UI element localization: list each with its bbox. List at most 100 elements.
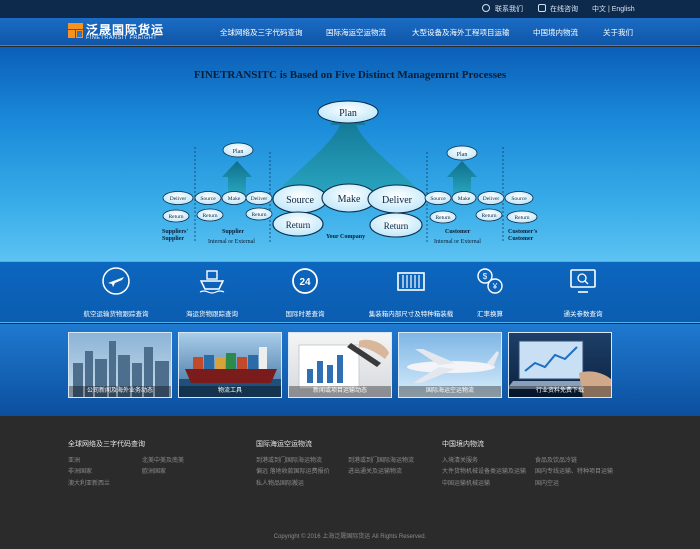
customer-return-label-1: Return	[436, 215, 451, 221]
photo-caption: 国际海运空运物流	[399, 386, 501, 397]
return-label-right: Return	[384, 221, 409, 231]
supplier-make-label: Make	[228, 196, 241, 202]
customer-return-label-2: Return	[482, 213, 497, 219]
photo-laptop-chart[interactable]: 行业资料免费下载	[508, 332, 612, 398]
photo-caption: 新闻或项目运输动态	[289, 386, 391, 397]
service-label: 汇率换算	[477, 311, 503, 318]
nav-item-china-logistics[interactable]: 中国境内物流	[533, 27, 578, 38]
service-label: 航空运输货物跟踪查询	[83, 311, 149, 318]
supply-chain-diagram: Plan Plan Plan Source Make Deliver Retur…	[162, 100, 538, 245]
photo-caption: 行业资料免费下载	[509, 386, 611, 397]
suppliers-supplier-label-2: Supplier	[162, 236, 184, 242]
plan-small-left-label: Plan	[233, 149, 244, 155]
monitor-search-icon	[570, 269, 596, 293]
footer: 全球网络及三字代码查询 亚洲 北美中美及南美 非洲国家 欧洲国家 澳大利亚新西兰…	[0, 416, 700, 549]
suppliers-supplier-label-1: Suppliers'	[162, 229, 188, 235]
supplier-deliver-label: Deliver	[251, 196, 268, 202]
make-label: Make	[338, 194, 361, 205]
clock-24-icon: 24	[292, 268, 318, 294]
footer-link[interactable]: 亚洲	[68, 455, 80, 464]
footer-col2-title[interactable]: 国际海运空运物流	[256, 439, 312, 449]
photo-container-ship[interactable]: 物流工具	[178, 332, 282, 398]
footer-link[interactable]: 到港或到门国际海运物流	[256, 455, 322, 464]
footer-link[interactable]: 大件货物机械设备类运输及运输	[442, 466, 526, 475]
service-label: 海运货物跟踪查询	[186, 311, 238, 318]
logo-english-name: FINETRANSIT FREIGHT	[86, 35, 158, 41]
service-time-zone[interactable]: 24 国际时差查询	[257, 266, 353, 322]
footer-link[interactable]: 食品及饮品冷链	[535, 455, 577, 464]
svg-text:24: 24	[299, 277, 311, 288]
currency-exchange-icon: $ ¥	[477, 268, 503, 294]
footer-link[interactable]: 中国运输机械运输	[442, 478, 490, 487]
customer-deliver-label: Deliver	[483, 196, 500, 202]
footer-col3-title[interactable]: 中国境内物流	[442, 439, 484, 449]
customer-make-label: Make	[458, 196, 471, 202]
main-nav: 泛晟国际货运 FINETRANSIT FREIGHT 全球网络及三字代码查询 国…	[0, 18, 700, 46]
right-source-label: Source	[511, 196, 527, 202]
supplier-caption: Supplier	[222, 229, 244, 235]
hero-banner: FINETRANSITC is Based on Five Distinct M…	[0, 47, 700, 261]
plan-small-right-label: Plan	[457, 152, 468, 158]
top-bar: 联系我们 在线咨询 中文 | English	[0, 0, 700, 18]
footer-link[interactable]: 到港或到门国际海运物流	[348, 455, 414, 464]
photo-airplane[interactable]: 国际海运空运物流	[398, 332, 502, 398]
logo[interactable]: 泛晟国际货运 FINETRANSIT FREIGHT	[68, 22, 168, 44]
svg-text:$: $	[483, 272, 488, 281]
supplier-source-label: Source	[200, 196, 216, 202]
customer-source-label: Source	[430, 196, 446, 202]
service-customs-params[interactable]: 通关参数查询	[535, 266, 631, 322]
feature-photos: 公司新闻及海外业务动态 物流工具 新闻或项目运输动态 国际海运空运物流 行业资料…	[0, 324, 700, 416]
svg-text:¥: ¥	[492, 282, 498, 291]
deliver-label: Deliver	[382, 195, 413, 206]
footer-link[interactable]: 北美中美及南美	[142, 455, 184, 464]
plan-label: Plan	[339, 108, 357, 119]
nav-item-heavy-equipment[interactable]: 大型设备及海外工程项目运输	[412, 27, 510, 38]
left-deliver-label: Deliver	[170, 196, 187, 202]
footer-link[interactable]: 私人物品国际搬运	[256, 478, 304, 487]
chat-icon	[538, 4, 546, 12]
footer-link[interactable]: 国内专线运输、特种项目运输	[535, 466, 613, 475]
plane-icon	[102, 267, 130, 295]
logo-mark-icon	[68, 23, 83, 38]
footer-link[interactable]: 偏远 落地收款国际运费报价	[256, 466, 330, 475]
customers-customer-label-2: Customer	[508, 236, 534, 242]
service-sea-tracking[interactable]: 海运货物跟踪查询	[164, 266, 260, 322]
supplier-return-label-2: Return	[252, 212, 267, 218]
return-label-left: Return	[286, 220, 311, 230]
nav-item-sea-air-logistics[interactable]: 国际海运空运物流	[326, 27, 386, 38]
photo-writing-chart[interactable]: 新闻或项目运输动态	[288, 332, 392, 398]
nav-item-about-us[interactable]: 关于我们	[603, 27, 633, 38]
right-return-label: Return	[515, 215, 530, 221]
customer-internal-caption: Internal or External	[434, 239, 481, 245]
nav-item-global-network[interactable]: 全球网络及三字代码查询	[220, 27, 303, 38]
photo-city-skyline[interactable]: 公司新闻及海外业务动态	[68, 332, 172, 398]
contact-link[interactable]: 联系我们	[495, 4, 523, 14]
customers-customer-label-1: Customer's	[508, 229, 538, 235]
copyright-text: Copyright © 2016 上海泛晟国际货运 All Rights Res…	[273, 534, 427, 540]
footer-link[interactable]: 国内空运	[535, 478, 559, 487]
photo-caption: 公司新闻及海外业务动态	[69, 386, 171, 397]
supplier-internal-caption: Internal or External	[208, 239, 255, 245]
source-label: Source	[286, 195, 314, 206]
service-air-tracking[interactable]: 航空运输货物跟踪查询	[68, 266, 164, 322]
footer-link[interactable]: 澳大利亚新西兰	[68, 478, 110, 487]
service-label: 国际时差查询	[285, 311, 325, 318]
footer-link[interactable]: 欧洲国家	[142, 466, 166, 475]
online-consult-link[interactable]: 在线咨询	[550, 4, 578, 14]
language-switch[interactable]: 中文 | English	[592, 4, 635, 14]
services-bar: 航空运输货物跟踪查询 海运货物跟踪查询 24 国际时差查询 集装箱内部尺寸及特种…	[0, 261, 700, 323]
footer-link[interactable]: 非洲国家	[68, 466, 92, 475]
customer-caption: Customer	[445, 229, 471, 235]
footer-link[interactable]: 入境清关服务	[442, 455, 478, 464]
contact-icon	[482, 4, 490, 12]
left-return-label: Return	[169, 214, 184, 220]
container-icon	[397, 272, 425, 291]
service-label: 通关参数查询	[563, 311, 603, 318]
supplier-return-label-1: Return	[203, 213, 218, 219]
photo-caption: 物流工具	[179, 386, 281, 397]
service-exchange-rate[interactable]: $ ¥ 汇率换算	[442, 266, 538, 322]
ship-icon	[199, 270, 225, 294]
your-company-caption: Your Company	[326, 234, 365, 240]
footer-link[interactable]: 进出通关及运输物流	[348, 466, 402, 475]
footer-col1-title[interactable]: 全球网络及三字代码查询	[68, 439, 145, 449]
